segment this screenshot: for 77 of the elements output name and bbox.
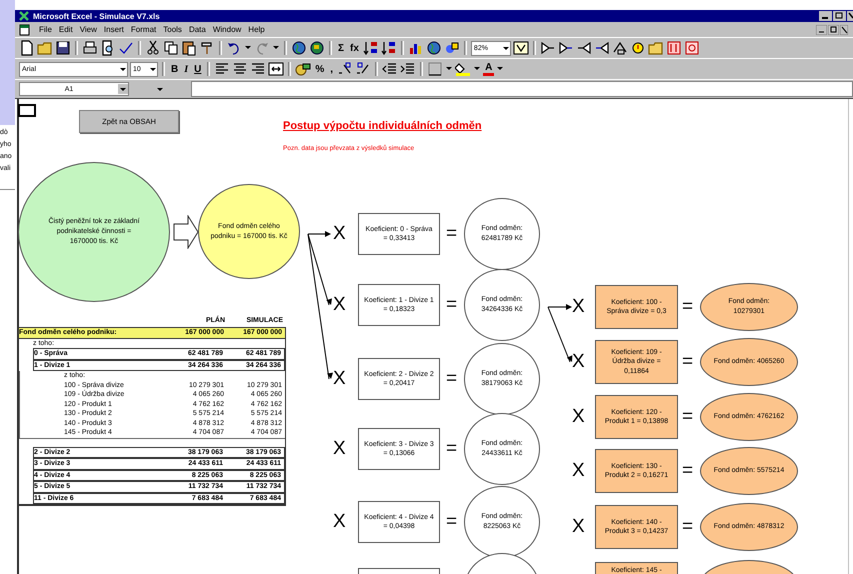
- validation-icon[interactable]: [684, 40, 700, 56]
- toolbar-button[interactable]: ,: [328, 61, 336, 77]
- new-file-icon[interactable]: [19, 40, 35, 56]
- currency-icon[interactable]: [295, 61, 312, 77]
- window-title: Microsoft Excel - Simulace V7.xls: [33, 12, 160, 20]
- copy-icon[interactable]: [163, 40, 179, 56]
- menu-item[interactable]: Edit: [58, 25, 73, 34]
- equals-sign: =: [446, 223, 458, 245]
- restore-icon[interactable]: [833, 11, 846, 21]
- spell-check-icon[interactable]: [118, 40, 134, 56]
- folder-icon[interactable]: [37, 40, 53, 56]
- menu-item[interactable]: Data: [188, 25, 206, 34]
- menu-item[interactable]: File: [39, 25, 52, 34]
- multiply-sign: X: [333, 511, 346, 533]
- clipboard-icon[interactable]: [181, 40, 197, 56]
- toolbar-button[interactable]: B: [169, 61, 180, 77]
- toolbar-button[interactable]: Σ: [336, 40, 346, 56]
- multiply-sign: X: [333, 223, 346, 245]
- caret-icon: [119, 65, 127, 73]
- close-icon[interactable]: [840, 24, 848, 34]
- equals-sign: =: [682, 351, 694, 373]
- heading: Postup výpočtu individuálních odměn: [283, 120, 482, 132]
- equals-sign: =: [446, 511, 458, 533]
- menu-item[interactable]: Tools: [163, 25, 182, 34]
- sort-ascending-icon[interactable]: [362, 40, 379, 56]
- document-icon[interactable]: [18, 24, 32, 36]
- equals-sign: =: [446, 368, 458, 390]
- toolbar-button[interactable]: fx: [348, 40, 361, 56]
- error-icon[interactable]: [630, 40, 646, 56]
- merge-cells-icon[interactable]: [268, 61, 284, 77]
- multiply-sign: X: [572, 516, 585, 538]
- toolbar-button[interactable]: I: [182, 61, 190, 77]
- equals-sign: =: [682, 460, 694, 482]
- folder-icon[interactable]: [648, 40, 664, 56]
- menu-item[interactable]: View: [80, 25, 97, 34]
- printer-icon[interactable]: [82, 40, 98, 56]
- multiply-sign: X: [572, 296, 585, 318]
- cell-cursor: [18, 104, 36, 117]
- multiply-sign: X: [572, 351, 585, 373]
- multiply-sign: X: [572, 406, 585, 428]
- multiply-sign: X: [572, 460, 585, 482]
- menu-item[interactable]: Help: [248, 25, 265, 34]
- trace-arrow-icon[interactable]: [576, 40, 592, 56]
- restore-icon[interactable]: [828, 24, 839, 34]
- validation-icon[interactable]: [666, 40, 682, 56]
- minimize-icon[interactable]: [816, 24, 827, 34]
- multiply-sign: X: [333, 368, 346, 390]
- caret-icon: [149, 65, 157, 73]
- multiply-sign: X: [333, 438, 346, 460]
- equals-sign: =: [446, 294, 458, 316]
- caret-icon: [502, 44, 510, 52]
- trace-arrow-icon[interactable]: [558, 40, 574, 56]
- equals-sign: =: [682, 406, 694, 428]
- menu-item[interactable]: Window: [212, 25, 242, 34]
- scissors-icon[interactable]: [145, 40, 161, 56]
- drawing-icon[interactable]: [444, 40, 460, 56]
- excel-icon: [18, 11, 30, 21]
- formula-input[interactable]: [191, 81, 853, 97]
- toolbar-button[interactable]: U: [192, 61, 204, 77]
- block-arrow: [173, 215, 199, 249]
- menu-item[interactable]: Insert: [104, 25, 124, 34]
- minimize-icon[interactable]: [819, 11, 832, 21]
- equals-sign: =: [682, 516, 694, 538]
- sort-descending-icon[interactable]: [380, 40, 397, 56]
- equals-sign: =: [682, 296, 694, 318]
- equals-sign: =: [446, 438, 458, 460]
- menu-item[interactable]: Format: [130, 25, 156, 34]
- toolbar-button[interactable]: %: [313, 61, 326, 77]
- close-icon[interactable]: [847, 11, 853, 21]
- trace-arrow-icon[interactable]: [540, 40, 556, 56]
- caret-icon: [118, 84, 128, 94]
- caret-icon: [156, 85, 164, 93]
- multiply-sign: X: [333, 294, 346, 316]
- toolbar-button[interactable]: A: [483, 62, 494, 76]
- fill-color-icon[interactable]: [455, 61, 472, 77]
- borders-icon[interactable]: [427, 61, 444, 77]
- trace-arrow-icon[interactable]: [594, 40, 610, 56]
